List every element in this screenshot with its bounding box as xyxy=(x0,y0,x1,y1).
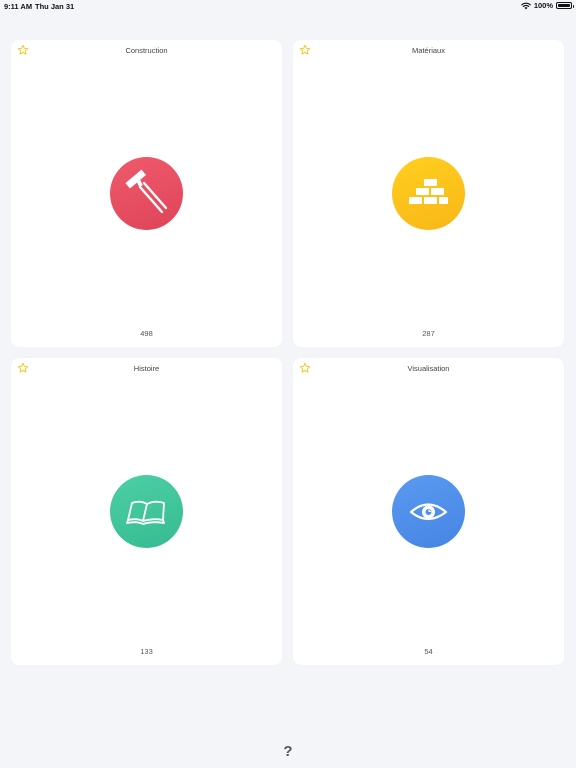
bricks-icon xyxy=(409,179,448,204)
category-icon-circle[interactable] xyxy=(110,475,183,548)
category-card-histoire[interactable]: Histoire 133 xyxy=(11,358,282,665)
category-icon-circle[interactable] xyxy=(392,475,465,548)
category-title: Matériaux xyxy=(412,46,445,55)
category-count: 54 xyxy=(424,647,433,656)
wifi-icon xyxy=(521,2,531,9)
category-count: 498 xyxy=(140,329,153,338)
hammer-icon xyxy=(125,169,168,214)
status-time: 9:11 AM xyxy=(4,2,33,11)
battery-percent: 100% xyxy=(533,1,553,10)
category-title: Construction xyxy=(125,46,168,55)
category-title: Visualisation xyxy=(407,364,450,373)
category-icon-circle[interactable] xyxy=(110,157,183,230)
category-count: 287 xyxy=(422,329,435,338)
category-title: Histoire xyxy=(133,364,160,373)
help-button[interactable]: ? xyxy=(278,742,298,762)
category-card-construction[interactable]: Construction 498 xyxy=(11,40,282,347)
status-bar: 9:11 AM Thu Jan 31 100% xyxy=(0,0,576,12)
category-card-materiaux[interactable]: Matériaux 287 xyxy=(293,40,564,347)
eye-icon xyxy=(409,503,448,521)
battery-icon xyxy=(556,2,574,9)
category-count: 133 xyxy=(140,647,153,656)
category-card-visualisation[interactable]: Visualisation 54 xyxy=(293,358,564,665)
status-indicators: 100% xyxy=(521,1,574,10)
status-date: Thu Jan 31 xyxy=(35,2,75,11)
book-icon xyxy=(126,500,165,525)
battery-level xyxy=(558,4,570,7)
category-icon-circle[interactable] xyxy=(392,157,465,230)
